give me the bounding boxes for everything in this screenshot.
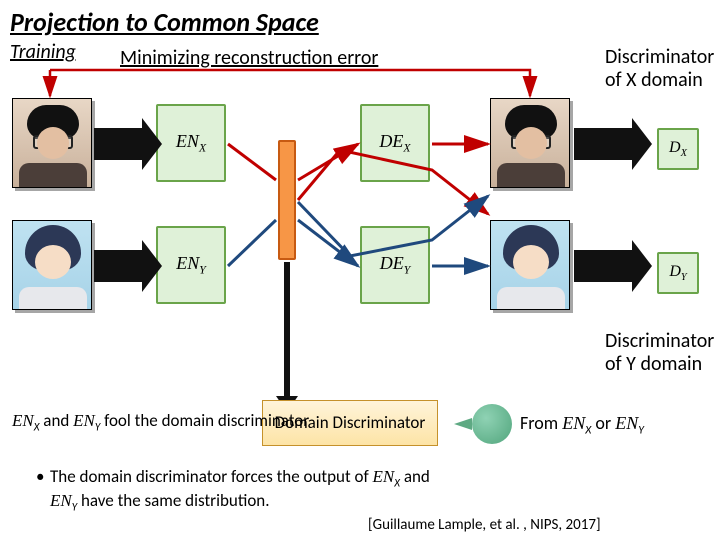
decoder-x: DEX bbox=[360, 104, 430, 182]
subhead: Minimizing reconstruction error bbox=[120, 46, 378, 70]
fool-text: ENX and ENY fool the domain discriminato… bbox=[12, 410, 309, 434]
image-x-input bbox=[12, 98, 92, 188]
arrow-input-enc-y bbox=[94, 250, 144, 282]
image-x-output bbox=[490, 98, 570, 188]
arrow-latent-to-domain-disc bbox=[284, 262, 290, 398]
encoder-x: ENX bbox=[156, 104, 226, 182]
latent-space bbox=[278, 140, 296, 260]
training-label: Training bbox=[10, 40, 76, 64]
arrow-output-disc-x bbox=[574, 128, 634, 160]
image-y-input bbox=[12, 220, 92, 310]
image-y-output bbox=[490, 220, 570, 310]
from-encoders-text: From ENX or ENY bbox=[520, 412, 644, 438]
label-discriminator-y: Discriminator of Y domain bbox=[605, 330, 720, 376]
encoder-y: ENY bbox=[156, 226, 226, 304]
label-discriminator-x: Discriminator of X domain bbox=[605, 46, 720, 92]
page-title: Projection to Common Space bbox=[10, 6, 319, 38]
arrow-input-enc-x bbox=[94, 128, 144, 160]
force-text: The domain discriminator forces the outp… bbox=[50, 466, 430, 514]
disc-x-block: DX bbox=[657, 128, 699, 170]
reference: [Guillaume Lample, et al. , NIPS, 2017] bbox=[368, 516, 601, 534]
arrow-output-disc-y bbox=[574, 250, 634, 282]
disc-y-block: DY bbox=[657, 252, 699, 294]
decoder-y: DEY bbox=[360, 226, 430, 304]
blob-icon bbox=[472, 404, 512, 444]
